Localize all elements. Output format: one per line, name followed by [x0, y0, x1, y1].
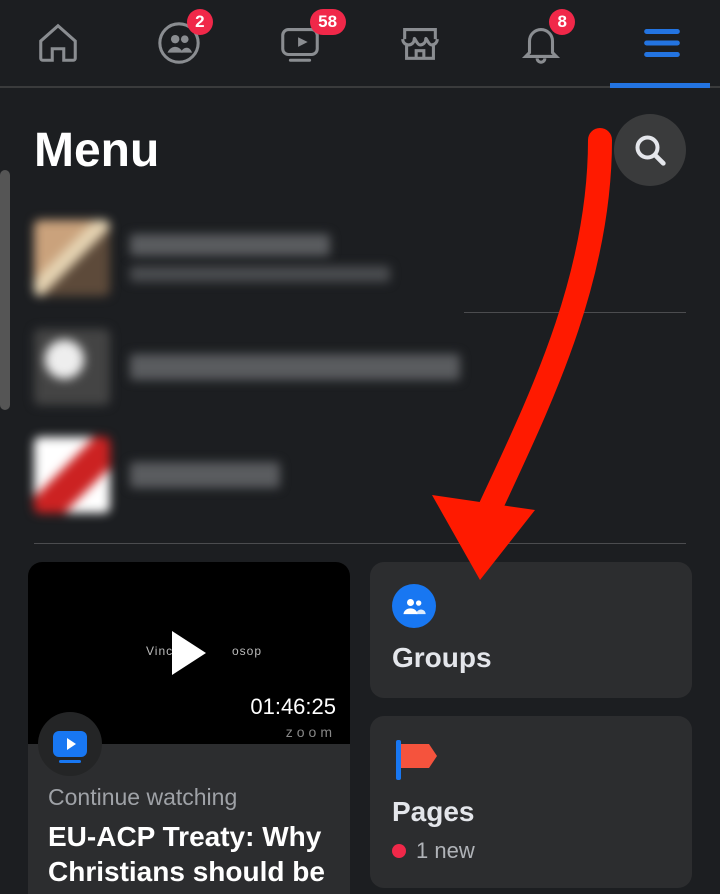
- nav-notifications[interactable]: 8: [511, 13, 571, 73]
- avatar: [34, 437, 110, 513]
- account-name-redacted: [130, 462, 280, 488]
- account-list: [0, 196, 720, 544]
- marketplace-icon: [397, 20, 443, 66]
- menu-header: Menu: [0, 88, 720, 196]
- home-icon: [35, 20, 81, 66]
- groups-icon: [392, 584, 436, 628]
- menu-cards-grid: Vincer osop 01:46:25 zoom Continue watch…: [0, 562, 720, 894]
- nav-friends[interactable]: 2: [149, 13, 209, 73]
- avatar: [34, 329, 110, 405]
- nav-home[interactable]: [28, 13, 88, 73]
- friends-badge: 2: [187, 9, 213, 35]
- video-duration: 01:46:25: [250, 694, 336, 720]
- search-button[interactable]: [614, 114, 686, 186]
- divider: [34, 543, 686, 544]
- thumbnail-text: osop: [232, 644, 262, 658]
- nav-menu[interactable]: [632, 13, 692, 73]
- avatar: [34, 220, 110, 296]
- watch-app-badge: [38, 712, 102, 776]
- nav-marketplace[interactable]: [390, 13, 450, 73]
- watch-badge: 58: [310, 9, 346, 35]
- pages-label: Pages: [392, 796, 670, 828]
- search-icon: [630, 130, 670, 170]
- video-thumbnail[interactable]: Vincer osop 01:46:25 zoom: [28, 562, 350, 744]
- account-name-redacted: [130, 234, 390, 282]
- nav-watch[interactable]: 58: [270, 13, 330, 73]
- account-name-redacted: [130, 354, 460, 380]
- groups-tile[interactable]: Groups: [370, 562, 692, 698]
- scrollbar-handle[interactable]: [0, 170, 10, 410]
- hamburger-icon: [639, 20, 685, 66]
- top-navigation: 2 58 8: [0, 0, 720, 88]
- video-title: EU-ACP Treaty: Why Christians should be …: [48, 819, 330, 894]
- account-row[interactable]: [34, 421, 686, 529]
- continue-watching-card[interactable]: Vincer osop 01:46:25 zoom Continue watch…: [28, 562, 350, 894]
- account-row[interactable]: [34, 313, 686, 421]
- video-source-label: zoom: [286, 724, 336, 740]
- active-tab-indicator: [610, 83, 710, 88]
- pages-new-count: 1 new: [392, 838, 670, 864]
- pages-tile[interactable]: Pages 1 new: [370, 716, 692, 888]
- pages-flag-icon: [392, 738, 436, 782]
- account-row[interactable]: [34, 204, 686, 312]
- notifications-badge: 8: [549, 9, 575, 35]
- groups-label: Groups: [392, 642, 670, 674]
- play-icon: [172, 631, 206, 675]
- watch-tv-icon: [53, 731, 87, 757]
- continue-watching-label: Continue watching: [48, 784, 330, 811]
- page-title: Menu: [34, 123, 159, 178]
- new-indicator-dot: [392, 844, 406, 858]
